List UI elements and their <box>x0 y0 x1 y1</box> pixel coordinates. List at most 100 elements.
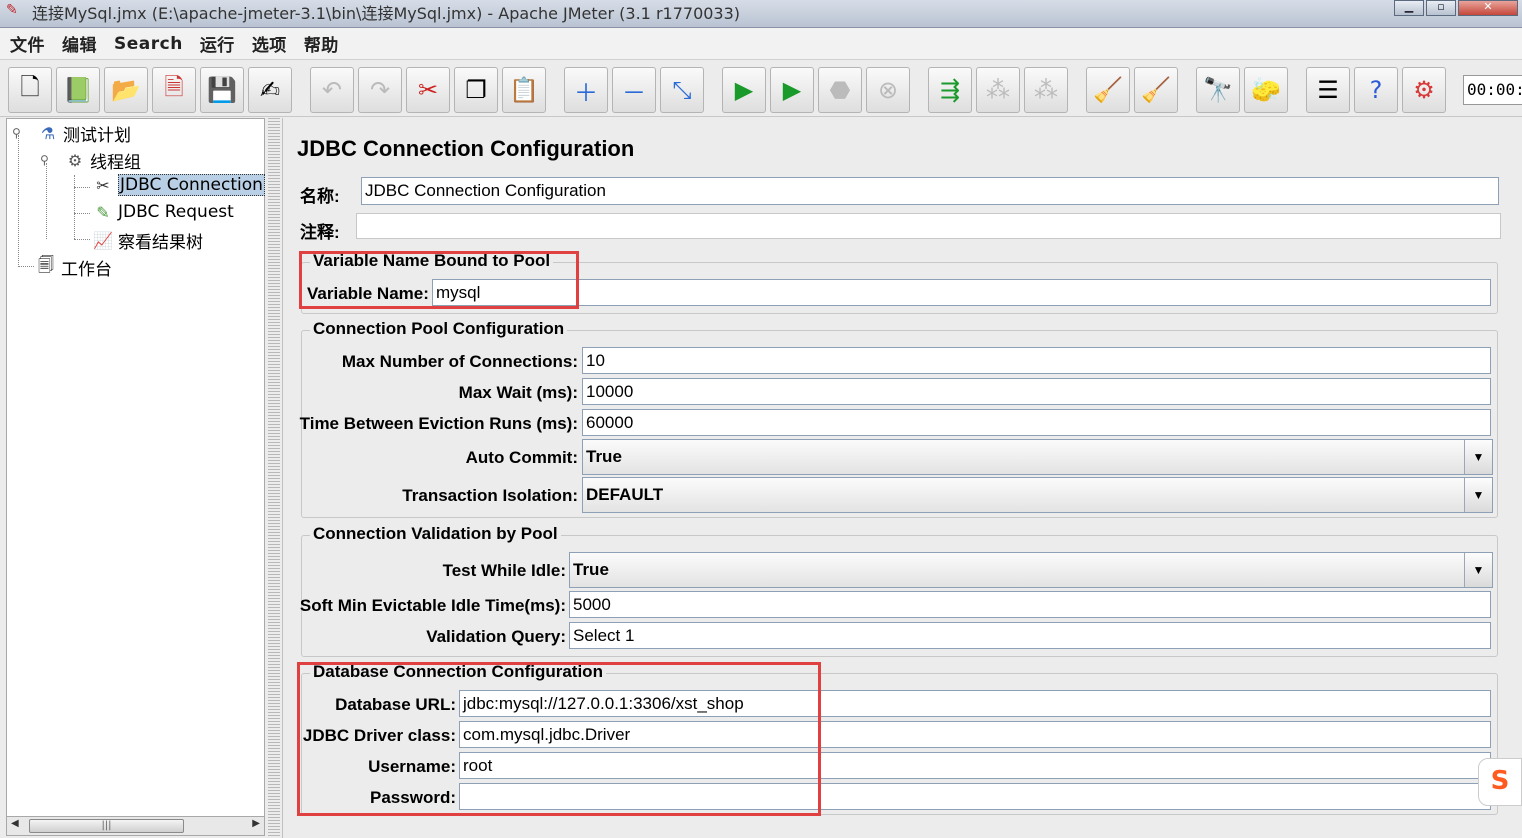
menu-file[interactable]: 文件 <box>10 31 45 56</box>
max-connections-label: Max Number of Connections: <box>341 352 578 371</box>
pool-config-group-title: Connection Pool Configuration <box>310 319 568 339</box>
max-wait-label: Max Wait (ms): <box>458 383 578 402</box>
title-bar: ✎ 连接MySql.jmx (E:\apache-jmeter-3.1\bin\… <box>0 0 1522 28</box>
test-plan-tree: ⚲ ⚗ 测试计划 ⚲ ⚙ 线程组 ✂ JDBC Connection ✎ JDB… <box>6 118 265 818</box>
redo-icon[interactable]: ↷ <box>358 67 402 113</box>
expand-handle[interactable]: ⚲ <box>40 153 49 167</box>
eviction-runs-input[interactable]: 60000 <box>582 409 1491 436</box>
close-button[interactable]: ✕ <box>1458 0 1518 16</box>
save-as-icon[interactable]: ✍ <box>248 67 292 113</box>
window-controls: ▁ ▫ ✕ <box>1392 0 1518 18</box>
pipette-icon: ✎ <box>96 202 110 222</box>
config-panel: JDBC Connection Configuration 名称: JDBC C… <box>282 118 1522 838</box>
menu-bar: 文件 编辑 Search 运行 选项 帮助 <box>0 28 1522 60</box>
menu-options[interactable]: 选项 <box>252 31 287 56</box>
reset-search-icon[interactable]: 🧽 <box>1244 67 1288 113</box>
wrench-icon: ✂ <box>96 175 110 195</box>
close-file-icon[interactable]: 🗎 <box>152 67 196 113</box>
tree-horizontal-scrollbar[interactable]: ◀ ||| ▶ <box>6 816 265 836</box>
window-title: 连接MySql.jmx (E:\apache-jmeter-3.1\bin\连接… <box>32 4 741 23</box>
stop-icon[interactable]: ⬣ <box>818 67 862 113</box>
test-while-idle-value: True <box>573 560 609 579</box>
help-icon[interactable]: ? <box>1354 67 1398 113</box>
logger-icon[interactable]: ⚙ <box>1402 67 1446 113</box>
jmeter-feather-icon: ✎ <box>6 2 18 18</box>
validation-group-title: Connection Validation by Pool <box>310 524 561 544</box>
annotation-highlight-box <box>299 251 579 309</box>
name-label: 名称: <box>300 187 340 206</box>
toolbar: 🗋 📗 📂 🗎 💾 ✍ ↶ ↷ ✂ ❐ 📋 ＋ － ⤡ ▶ ▶ ⬣ ⊗ ⇶ ⁂ … <box>0 61 1522 117</box>
tree-item-test-plan[interactable]: ⚗ 测试计划 <box>37 121 131 146</box>
auto-commit-label: Auto Commit: <box>465 448 578 467</box>
templates-icon[interactable]: 📗 <box>56 67 100 113</box>
start-icon[interactable]: ▶ <box>722 67 766 113</box>
tree-item-jdbc-connection[interactable]: ✂ JDBC Connection <box>92 174 265 196</box>
variable-name-input[interactable]: mysql <box>432 279 1491 306</box>
sogou-input-icon[interactable]: S <box>1478 758 1522 806</box>
save-icon[interactable]: 💾 <box>200 67 244 113</box>
open-folder-icon[interactable]: 📂 <box>104 67 148 113</box>
scroll-thumb[interactable]: ||| <box>29 819 184 833</box>
chart-icon: 📈 <box>93 231 113 250</box>
search-binoculars-icon[interactable]: 🔭 <box>1196 67 1240 113</box>
test-while-idle-select[interactable]: True ▼ <box>569 552 1493 588</box>
tree-item-jdbc-request[interactable]: ✎ JDBC Request <box>92 201 234 223</box>
expand-handle[interactable]: ⚲ <box>12 126 21 140</box>
menu-run[interactable]: 运行 <box>200 31 235 56</box>
split-pane-divider[interactable] <box>268 118 280 838</box>
tree-item-result-tree[interactable]: 📈 察看结果树 <box>92 228 203 253</box>
expand-icon[interactable]: ＋ <box>564 67 608 113</box>
start-no-pause-icon[interactable]: ▶ <box>770 67 814 113</box>
scroll-right-icon[interactable]: ▶ <box>252 818 260 829</box>
elapsed-timer: 00:00:0 <box>1463 75 1522 105</box>
menu-help[interactable]: 帮助 <box>304 31 339 56</box>
name-input[interactable]: JDBC Connection Configuration <box>361 177 1499 205</box>
soft-min-idle-input[interactable]: 5000 <box>569 591 1491 618</box>
paste-icon[interactable]: 📋 <box>502 67 546 113</box>
page-title: JDBC Connection Configuration <box>297 136 635 161</box>
function-helper-icon[interactable]: ☰ <box>1306 67 1350 113</box>
max-wait-input[interactable]: 10000 <box>582 378 1491 405</box>
auto-commit-value: True <box>586 447 622 466</box>
max-connections-input[interactable]: 10 <box>582 347 1491 374</box>
tree-connector <box>74 175 75 239</box>
remote-shutdown-icon[interactable]: ⁂ <box>1024 67 1068 113</box>
flask-icon: ⚗ <box>40 124 56 143</box>
menu-edit[interactable]: 编辑 <box>62 31 97 56</box>
tree-item-thread-group[interactable]: ⚙ 线程组 <box>64 148 141 173</box>
chevron-down-icon[interactable]: ▼ <box>1464 440 1492 474</box>
transaction-isolation-label: Transaction Isolation: <box>402 486 578 505</box>
comment-input[interactable] <box>356 213 1501 239</box>
minimize-button[interactable]: ▁ <box>1394 0 1424 16</box>
tree-connector <box>18 135 19 265</box>
clear-icon[interactable]: 🧹 <box>1086 67 1130 113</box>
soft-min-idle-label: Soft Min Evictable Idle Time(ms): <box>299 596 566 615</box>
tree-connector <box>74 213 90 214</box>
tree-item-workbench[interactable]: 🗐 工作台 <box>35 255 112 280</box>
menu-search[interactable]: Search <box>114 34 183 54</box>
auto-commit-select[interactable]: True ▼ <box>582 439 1493 475</box>
chevron-down-icon[interactable]: ▼ <box>1464 478 1492 512</box>
validation-query-input[interactable]: Select 1 <box>569 622 1491 649</box>
clear-all-icon[interactable]: 🧹 <box>1134 67 1178 113</box>
gear-icon: ⚙ <box>67 151 83 170</box>
remote-start-icon[interactable]: ⇶ <box>928 67 972 113</box>
tree-connector <box>46 163 47 239</box>
cut-icon[interactable]: ✂ <box>406 67 450 113</box>
collapse-icon[interactable]: － <box>612 67 656 113</box>
undo-icon[interactable]: ↶ <box>310 67 354 113</box>
scroll-left-icon[interactable]: ◀ <box>11 818 19 829</box>
annotation-highlight-box <box>297 662 821 816</box>
chevron-down-icon[interactable]: ▼ <box>1464 553 1492 587</box>
new-icon[interactable]: 🗋 <box>8 67 52 113</box>
transaction-isolation-value: DEFAULT <box>586 485 664 504</box>
maximize-button[interactable]: ▫ <box>1426 0 1456 16</box>
shutdown-icon[interactable]: ⊗ <box>866 67 910 113</box>
test-while-idle-label: Test While Idle: <box>442 561 566 580</box>
copy-icon[interactable]: ❐ <box>454 67 498 113</box>
eviction-runs-label: Time Between Eviction Runs (ms): <box>299 414 578 433</box>
remote-stop-icon[interactable]: ⁂ <box>976 67 1020 113</box>
toggle-icon[interactable]: ⤡ <box>660 67 704 113</box>
transaction-isolation-select[interactable]: DEFAULT ▼ <box>582 477 1493 513</box>
workbench-icon: 🗐 <box>38 255 54 274</box>
